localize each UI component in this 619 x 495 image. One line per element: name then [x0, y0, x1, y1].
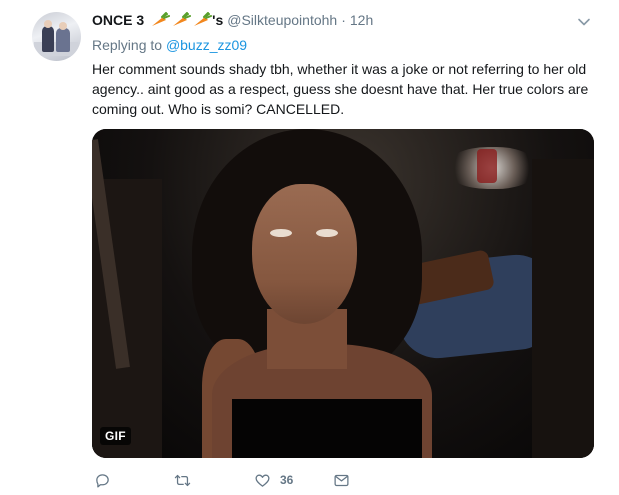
- gif-badge: GIF: [100, 427, 131, 445]
- like-button[interactable]: 36: [254, 470, 293, 490]
- reply-icon: [96, 473, 109, 488]
- author-handle[interactable]: @Silkteupointohh: [227, 11, 337, 29]
- tweet[interactable]: ONCE 3 's @Silkteupointohh · 12h Replyin…: [0, 0, 619, 495]
- retweet-button[interactable]: [174, 470, 191, 490]
- tweet-header: ONCE 3 's @Silkteupointohh · 12h: [92, 11, 373, 29]
- chevron-down-icon[interactable]: [577, 15, 591, 29]
- retweet-icon: [174, 474, 191, 486]
- direct-message-button[interactable]: [333, 470, 350, 490]
- action-bar: 36: [92, 470, 612, 492]
- reply-mention-link[interactable]: @buzz_zz09: [166, 37, 247, 53]
- carrot-emoji-icon: [152, 12, 171, 26]
- reply-button[interactable]: [94, 470, 111, 490]
- like-count: 36: [280, 473, 294, 487]
- heart-icon: [255, 474, 270, 487]
- avatar[interactable]: [32, 12, 81, 61]
- separator-dot: ·: [341, 12, 346, 28]
- replying-to: Replying to @buzz_zz09: [92, 36, 247, 54]
- author-name[interactable]: ONCE 3: [92, 11, 144, 29]
- timestamp[interactable]: 12h: [350, 11, 373, 29]
- replying-prefix: Replying to: [92, 37, 163, 53]
- envelope-icon: [334, 474, 349, 486]
- author-name-suffix[interactable]: 's: [212, 11, 223, 29]
- carrot-emoji-icon: [194, 12, 213, 26]
- carrot-emoji-icon: [173, 12, 192, 26]
- gif-media[interactable]: GIF: [92, 129, 594, 458]
- tweet-text: Her comment sounds shady tbh, whether it…: [92, 61, 589, 117]
